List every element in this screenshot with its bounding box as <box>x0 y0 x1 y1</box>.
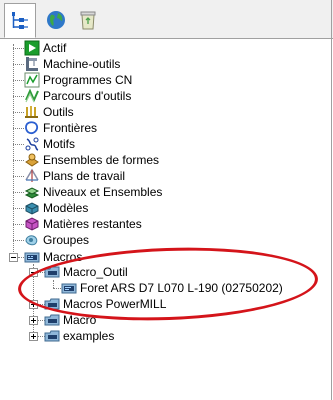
tree-item-programmes-cn[interactable]: Programmes CN <box>24 72 132 88</box>
machine-tool-icon <box>26 57 38 71</box>
explorer-panel: Actif Machine-outils Programmes CN Parco… <box>0 0 333 400</box>
tree-item-motifs[interactable]: Motifs <box>24 136 75 152</box>
boundary-icon <box>25 121 39 135</box>
explorer-tabbar <box>0 0 333 39</box>
tree-item-ensembles-formes[interactable]: Ensembles de formes <box>24 152 159 168</box>
expander-macro[interactable] <box>29 316 38 325</box>
tree-item-label: examples <box>63 329 115 343</box>
tree-item-label: Modèles <box>43 201 89 215</box>
tree-item-label: Niveaux et Ensembles <box>43 185 163 199</box>
tree-item-label: Parcours d'outils <box>43 89 132 103</box>
macro-folder-icon <box>44 330 60 342</box>
tree-item-label: Motifs <box>43 137 76 151</box>
tree-item-matieres-restantes[interactable]: Matières restantes <box>24 216 142 232</box>
tree-item-modeles[interactable]: Modèles <box>24 200 88 216</box>
tree-item-niveaux-ensembles[interactable]: Niveaux et Ensembles <box>24 184 162 200</box>
play-arrow-icon <box>24 40 40 56</box>
tab-tree[interactable] <box>4 3 36 38</box>
tree-item-parcours-outils[interactable]: Parcours d'outils <box>24 88 131 104</box>
tree-item-label: Ensembles de formes <box>43 153 160 167</box>
tree-item-outils[interactable]: Outils <box>24 104 74 120</box>
tree-item-label: Matières restantes <box>43 217 142 231</box>
groups-icon <box>25 235 38 246</box>
tree-item-label: Actif <box>43 41 67 55</box>
tree-item-label: Outils <box>43 105 74 119</box>
tree-item-frontieres[interactable]: Frontières <box>24 120 97 136</box>
tree-item-machine-outils[interactable]: Machine-outils <box>24 56 120 72</box>
expander-macros[interactable] <box>9 253 18 262</box>
tools-icon <box>25 106 38 118</box>
pattern-icon <box>25 137 39 151</box>
tab-recycle[interactable] <box>72 4 104 36</box>
feature-sets-icon <box>25 153 39 167</box>
tree-item-label: Programmes CN <box>43 73 133 87</box>
tree-item-label: Frontières <box>43 121 98 135</box>
macro-folder-icon <box>44 314 60 326</box>
stock-model-icon <box>25 217 39 231</box>
macro-folder-icon <box>24 252 40 263</box>
tree-item-label: Groupes <box>43 233 90 247</box>
tab-globe[interactable] <box>40 4 72 36</box>
model-icon <box>25 202 39 215</box>
globe-icon <box>47 11 65 29</box>
expander-examples[interactable] <box>29 332 38 341</box>
toolpath-icon <box>25 88 39 103</box>
tree-item-plans-travail[interactable]: Plans de travail <box>24 168 125 184</box>
workplane-icon <box>25 168 39 182</box>
tree-item-label: Plans de travail <box>43 169 126 183</box>
tree-item-label: Machine-outils <box>43 57 121 71</box>
tree-item-examples[interactable]: examples <box>44 328 114 344</box>
recycle-bin-icon <box>80 11 96 30</box>
tree-view-icon <box>12 11 28 29</box>
tree-item-groupes[interactable]: Groupes <box>24 232 89 248</box>
nc-program-icon <box>24 72 40 88</box>
levels-icon <box>24 187 40 199</box>
tree-item-actif[interactable]: Actif <box>24 40 66 56</box>
